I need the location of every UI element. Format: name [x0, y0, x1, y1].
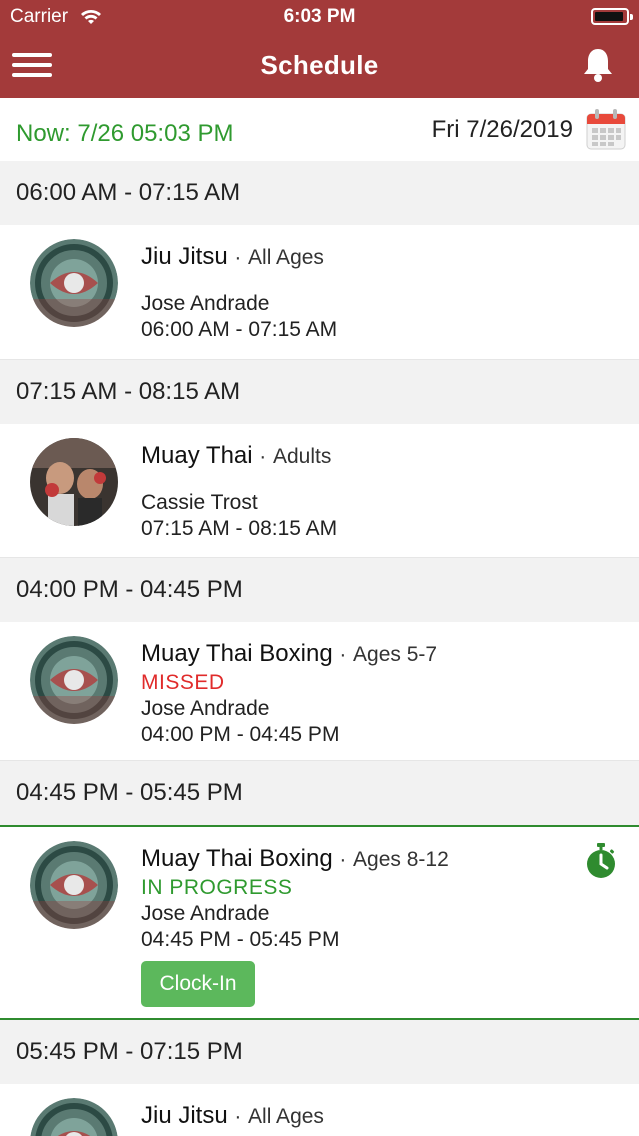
class-time: 04:00 PM - 04:45 PM	[141, 723, 340, 746]
status-bar: Carrier 6:03 PM	[0, 0, 639, 34]
page-title: Schedule	[260, 50, 379, 80]
battery-icon	[591, 8, 633, 25]
class-name: Jiu Jitsu	[141, 1102, 228, 1129]
current-time-label: Now: 7/26 05:03 PM	[16, 120, 234, 147]
gym-logo-avatar	[30, 1098, 118, 1136]
class-name: Muay Thai	[141, 442, 253, 469]
app-header: Carrier 6:03 PM Schedule	[0, 0, 639, 98]
instructor-name: Jose Andrade	[141, 292, 270, 315]
gym-logo-avatar	[30, 841, 118, 929]
class-card[interactable]: Muay Thai · Adults Cassie Trost 07:15 AM…	[0, 424, 639, 558]
bell-icon[interactable]	[580, 46, 616, 84]
nav-bar: Schedule	[0, 34, 639, 98]
class-card[interactable]: Muay Thai Boxing · Ages 5-7 MISSED Jose …	[0, 622, 639, 761]
age-group: Adults	[272, 445, 332, 468]
age-group: Ages 5-7	[353, 643, 438, 666]
clock-in-button[interactable]: Clock-In	[141, 961, 255, 1007]
separator: ·	[259, 445, 267, 468]
class-time: 04:45 PM - 05:45 PM	[141, 928, 340, 951]
slot-header: 05:45 PM - 07:15 PM	[0, 1020, 639, 1084]
class-card[interactable]: Jiu Jitsu · All Ages Jose Andrade 06:00 …	[0, 225, 639, 360]
instructor-name: Jose Andrade	[141, 697, 270, 720]
slot-header: 07:15 AM - 08:15 AM	[0, 360, 639, 424]
separator: ·	[339, 643, 347, 666]
separator: ·	[234, 246, 242, 269]
class-card-active[interactable]: Muay Thai Boxing · Ages 8-12 IN PROGRESS…	[0, 825, 639, 1020]
age-group: All Ages	[248, 246, 324, 269]
calendar-icon[interactable]	[586, 108, 626, 150]
selected-date[interactable]: Fri 7/26/2019	[432, 116, 573, 144]
class-status-missed: MISSED	[141, 671, 225, 694]
gym-logo-avatar	[30, 239, 118, 327]
slot-header: 06:00 AM - 07:15 AM	[0, 161, 639, 225]
class-status-in-progress: IN PROGRESS	[141, 876, 293, 899]
age-group: Ages 8-12	[353, 848, 449, 871]
separator: ·	[339, 848, 347, 871]
date-bar: Now: 7/26 05:03 PM Fri 7/26/2019	[0, 98, 639, 161]
instructor-photo-avatar	[30, 438, 118, 526]
class-name: Jiu Jitsu	[141, 243, 228, 270]
stopwatch-icon[interactable]	[585, 843, 617, 879]
instructor-name: Cassie Trost	[141, 491, 258, 514]
class-time: 07:15 AM - 08:15 AM	[141, 517, 338, 540]
class-name: Muay Thai Boxing	[141, 845, 333, 872]
age-group: All Ages	[248, 1105, 324, 1128]
instructor-name: Jose Andrade	[141, 902, 270, 925]
schedule-list: 06:00 AM - 07:15 AM Jiu Jitsu · All Ages…	[0, 161, 639, 1136]
class-time: 06:00 AM - 07:15 AM	[141, 318, 338, 341]
status-time: 6:03 PM	[283, 6, 356, 27]
slot-header: 04:45 PM - 05:45 PM	[0, 761, 639, 825]
slot-header: 04:00 PM - 04:45 PM	[0, 558, 639, 622]
class-card[interactable]: Jiu Jitsu · All Ages	[0, 1084, 639, 1136]
gym-logo-avatar	[30, 636, 118, 724]
separator: ·	[234, 1105, 242, 1128]
class-name: Muay Thai Boxing	[141, 640, 333, 667]
